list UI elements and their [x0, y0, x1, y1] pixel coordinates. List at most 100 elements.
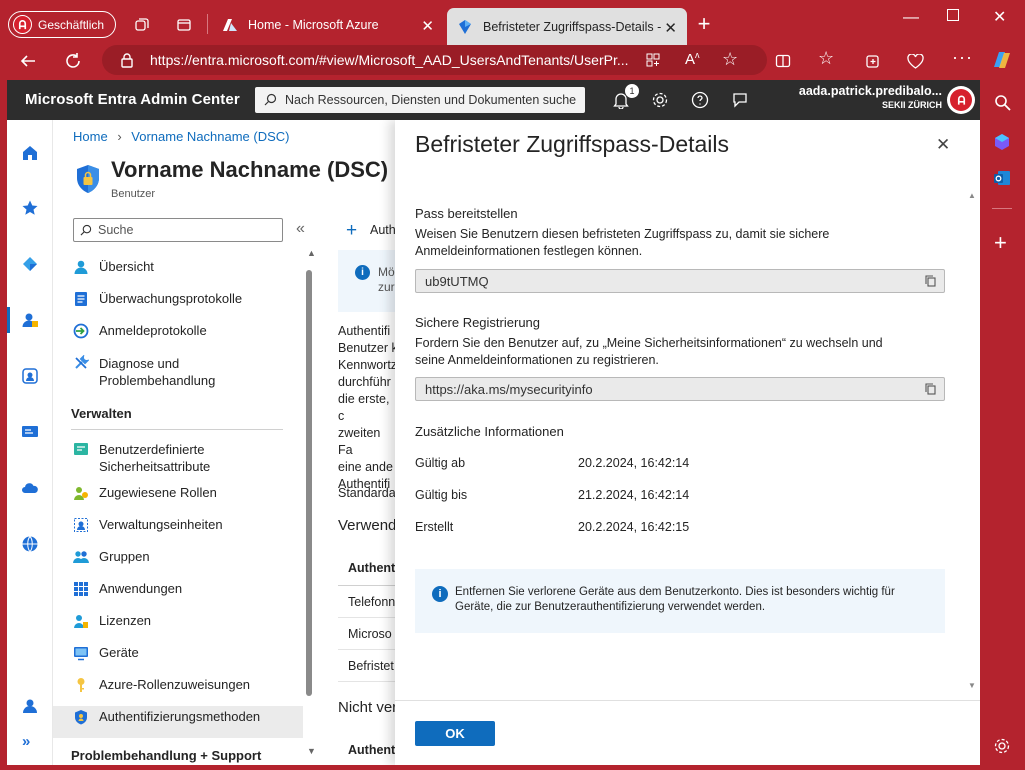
tab-title: Home - Microsoft Azure [248, 18, 379, 32]
sidebar-search-icon[interactable] [992, 92, 1012, 112]
info-message-text: Entfernen Sie verlorene Geräte aus dem B… [455, 586, 895, 613]
user-avatar[interactable] [947, 86, 975, 114]
info-message-bar: i Entfernen Sie verlorene Geräte aus dem… [415, 569, 945, 633]
menu-item-groups[interactable]: Gruppen [71, 546, 303, 578]
desc-line: Kennwortz [338, 358, 398, 372]
menu-item-devices[interactable]: Geräte [71, 642, 303, 674]
menu-item-diagnose[interactable]: Diagnose und Problembehandlung [71, 352, 303, 396]
scroll-down-icon[interactable]: ▼ [307, 746, 316, 756]
favorites-icon[interactable]: ☆ [818, 48, 834, 69]
menu-search-input[interactable]: Suche [73, 218, 283, 242]
menu-item-azure-role-assignments[interactable]: Azure-Rollenzuweisungen [71, 674, 303, 706]
brand-title[interactable]: Microsoft Entra Admin Center [25, 91, 240, 108]
breadcrumb-current[interactable]: Vorname Nachname (DSC) [131, 129, 289, 144]
menu-item-assigned-roles[interactable]: Zugewiesene Rollen [71, 482, 303, 514]
read-aloud-icon[interactable]: Aʌ [685, 50, 700, 68]
wrench-icon [75, 355, 89, 369]
nav-users-icon[interactable] [20, 310, 40, 330]
info-line: Mö [378, 265, 395, 279]
tab-actions-icon[interactable] [175, 16, 193, 34]
menu-scrollbar-thumb[interactable] [306, 270, 312, 696]
collections-icon[interactable] [863, 52, 881, 70]
maximize-button[interactable] [947, 9, 959, 21]
menu-search-placeholder: Suche [98, 223, 134, 237]
nav-learn-icon[interactable] [20, 696, 40, 716]
menu-item-security-attributes[interactable]: Benutzerdefinierte Sicherheitsattribute [71, 438, 303, 482]
refresh-icon[interactable] [63, 51, 83, 71]
minimize-button[interactable]: — [903, 9, 919, 27]
not-used-methods-heading: Nicht ver [338, 699, 398, 716]
license-icon [74, 615, 88, 628]
tab-tap-details[interactable]: Befristeter Zugriffspass-Details - ✕ [447, 8, 687, 46]
sidebar-settings-icon[interactable] [992, 736, 1012, 756]
sidebar-add-icon[interactable]: + [994, 230, 1007, 256]
registration-url-field[interactable]: https://aka.ms/mysecurityinfo [415, 377, 945, 401]
favorite-star-icon[interactable]: ☆ [722, 49, 738, 70]
tab-azure-home[interactable]: Home - Microsoft Azure ✕ [212, 9, 444, 41]
browser-essentials-icon[interactable] [906, 52, 924, 70]
workspaces-icon[interactable] [133, 16, 151, 34]
scroll-up-icon[interactable]: ▲ [307, 248, 316, 258]
breadcrumb-home[interactable]: Home [73, 129, 108, 144]
menu-item-applications[interactable]: Anwendungen [71, 578, 303, 610]
nav-home-icon[interactable] [20, 143, 40, 163]
account-info[interactable]: aada.patrick.predibalo... SEKII ZÜRICH [772, 84, 942, 110]
tab-close-icon[interactable]: ✕ [421, 17, 434, 35]
signin-icon [73, 323, 89, 339]
copy-icon[interactable] [924, 382, 938, 396]
nav-favorites-icon[interactable] [20, 198, 40, 218]
copilot-icon[interactable] [989, 48, 1015, 72]
nav-expand-icon[interactable]: » [22, 733, 30, 750]
app-available-icon[interactable] [645, 52, 661, 68]
breadcrumb: Home › Vorname Nachname (DSC) [73, 129, 290, 144]
feedback-icon[interactable] [730, 90, 750, 110]
user-name: aada.patrick.predibalo... [798, 84, 942, 98]
nav-protection-icon[interactable] [20, 366, 40, 386]
menu-item-licenses[interactable]: Lizenzen [71, 610, 303, 642]
more-icon[interactable]: ··· [952, 47, 973, 68]
copy-icon[interactable] [924, 274, 938, 288]
help-icon[interactable] [690, 90, 710, 110]
ok-button[interactable]: OK [415, 721, 495, 746]
nav-global-icon[interactable] [20, 534, 40, 554]
menu-item-label: Anmeldeprotokolle [99, 323, 207, 338]
settings-gear-icon[interactable] [650, 90, 670, 110]
global-search-input[interactable]: Nach Ressourcen, Diensten und Dokumenten… [255, 87, 585, 113]
pass-value-field[interactable]: ub9tUTMQ [415, 269, 945, 293]
window-close-button[interactable]: ✕ [993, 7, 1006, 27]
profile-button[interactable]: Geschäftlich [8, 11, 116, 38]
table-row[interactable]: Microso [338, 618, 398, 650]
menu-item-label: Gruppen [99, 549, 150, 564]
new-tab-button[interactable]: + [694, 11, 714, 36]
panel-scroll-up-icon[interactable]: ▲ [968, 191, 976, 200]
back-icon[interactable] [18, 51, 38, 71]
panel-title: Befristeter Zugriffspass-Details [415, 131, 730, 157]
sidebar-copilot-icon[interactable] [992, 132, 1012, 152]
panel-scroll-down-icon[interactable]: ▼ [968, 681, 976, 690]
menu-item-signin-logs[interactable]: Anmeldeprotokolle [71, 320, 303, 352]
menu-item-overview[interactable]: Übersicht [71, 256, 303, 288]
panel-close-icon[interactable]: ✕ [936, 135, 950, 155]
lock-icon [120, 52, 134, 68]
device-icon [74, 647, 88, 661]
menu-item-audit-logs[interactable]: Überwachungsprotokolle [71, 288, 303, 320]
tab-close-icon[interactable]: ✕ [664, 19, 677, 37]
nav-identity-icon[interactable] [20, 254, 40, 274]
split-screen-icon[interactable] [774, 52, 792, 70]
profile-label: Geschäftlich [38, 17, 105, 32]
table-row[interactable]: Telefonn [338, 586, 398, 618]
menu-item-auth-methods[interactable]: Authentifizierungsmethoden [53, 706, 303, 738]
add-method-button[interactable]: Auth [370, 223, 396, 237]
collapse-menu-icon[interactable]: « [296, 220, 305, 238]
url-field[interactable]: https://entra.microsoft.com/#view/Micros… [102, 45, 767, 75]
description-text: Authentifi Benutzer k Kennwortz durchfüh… [338, 323, 398, 493]
sidebar-outlook-icon[interactable] [992, 168, 1012, 188]
nav-governance-icon[interactable] [20, 422, 40, 442]
nav-cloud-icon[interactable] [20, 478, 40, 498]
table-row[interactable]: Befristet [338, 650, 398, 682]
main-content: Home › Vorname Nachname (DSC) Vorname Na… [53, 120, 980, 765]
info-banner: i Mö zur [338, 250, 398, 312]
menu-item-admin-units[interactable]: Verwaltungseinheiten [71, 514, 303, 546]
add-icon[interactable]: + [346, 220, 357, 242]
entra-header: Microsoft Entra Admin Center Nach Ressou… [7, 80, 980, 120]
